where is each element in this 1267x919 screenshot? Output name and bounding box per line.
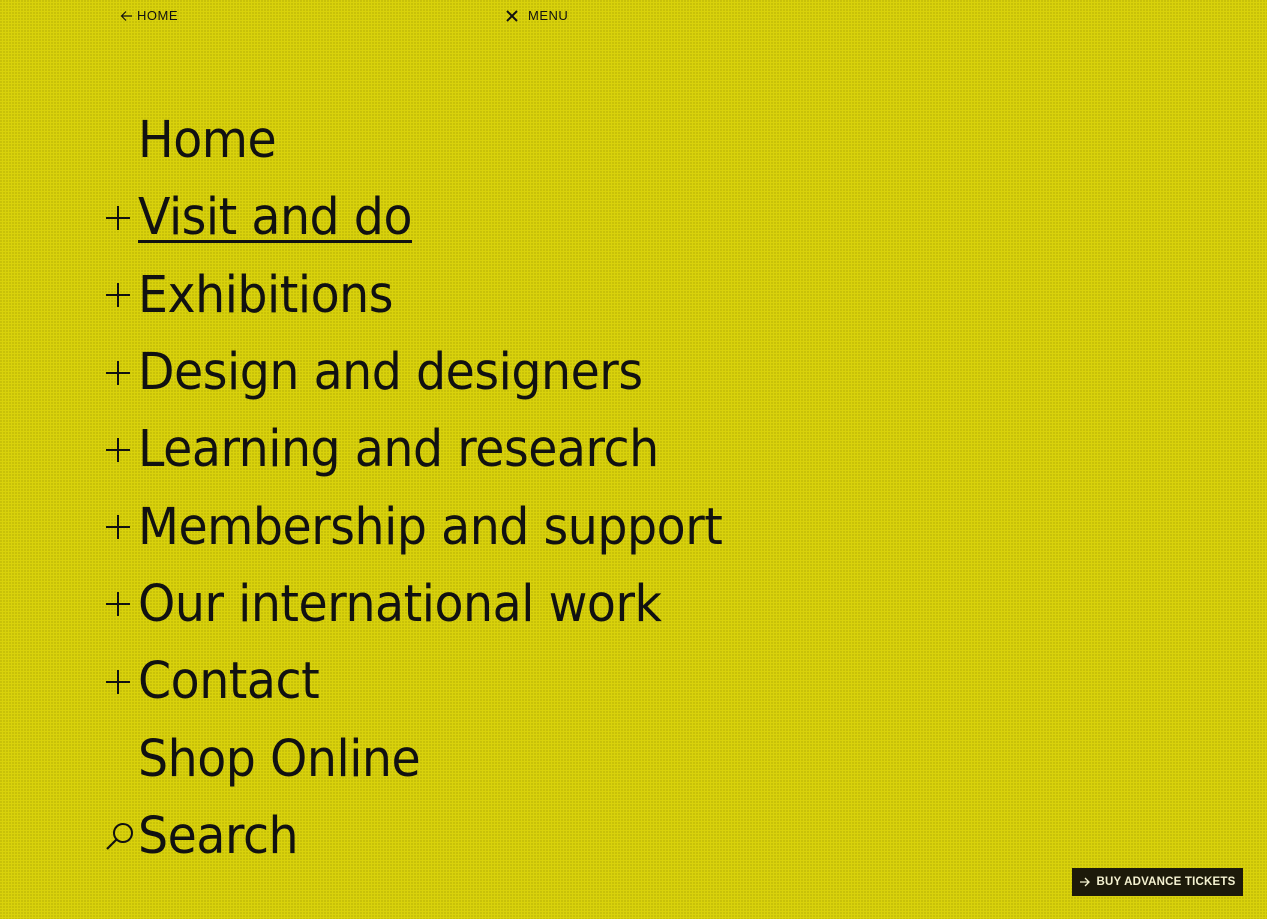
arrow-right-icon (1079, 877, 1091, 887)
nav-item-search[interactable]: Search (104, 798, 766, 875)
nav-item-membership-and-support[interactable]: Membership and support (104, 488, 766, 565)
plus-icon[interactable] (104, 198, 138, 238)
nav-item-our-international-work[interactable]: Our international work (104, 566, 766, 643)
nav-item-label: Visit and do (138, 188, 413, 248)
search-icon[interactable] (104, 816, 138, 856)
nav-item-label: Design and designers (138, 343, 643, 403)
plus-icon[interactable] (104, 430, 138, 470)
menu-label: MENU (528, 8, 569, 23)
nav-item-label: Search (138, 806, 299, 866)
nav-marker-empty (104, 121, 138, 161)
close-icon (505, 9, 519, 23)
nav-item-label: Membership and support (138, 497, 723, 557)
nav-marker-empty (104, 739, 138, 779)
nav-item-label: Home (138, 111, 277, 171)
plus-icon[interactable] (104, 275, 138, 315)
nav-item-exhibitions[interactable]: Exhibitions (104, 257, 766, 334)
buy-advance-tickets-label: BUY ADVANCE TICKETS (1096, 876, 1236, 888)
top-bar: HOME MENU (0, 8, 1267, 26)
nav-item-home[interactable]: Home (104, 102, 766, 179)
nav-item-contact[interactable]: Contact (104, 643, 766, 720)
plus-icon[interactable] (104, 584, 138, 624)
nav-item-label: Shop Online (138, 729, 421, 789)
nav-item-design-and-designers[interactable]: Design and designers (104, 334, 766, 411)
nav-item-learning-and-research[interactable]: Learning and research (104, 411, 766, 488)
plus-icon[interactable] (104, 662, 138, 702)
nav-item-shop-online[interactable]: Shop Online (104, 720, 766, 797)
menu-close-button[interactable]: MENU (505, 8, 568, 23)
main-navigation: Home Visit and do Exhibitions Design and… (104, 102, 766, 875)
home-link[interactable]: HOME (120, 8, 178, 23)
arrow-left-icon (120, 10, 133, 22)
nav-item-label: Learning and research (138, 420, 659, 480)
buy-advance-tickets-button[interactable]: BUY ADVANCE TICKETS (1072, 868, 1243, 896)
plus-icon[interactable] (104, 353, 138, 393)
nav-item-label: Exhibitions (138, 265, 394, 325)
plus-icon[interactable] (104, 507, 138, 547)
nav-item-visit-and-do[interactable]: Visit and do (104, 179, 766, 256)
home-link-label: HOME (137, 8, 178, 23)
nav-item-label: Contact (138, 652, 320, 712)
nav-item-label: Our international work (138, 574, 662, 634)
